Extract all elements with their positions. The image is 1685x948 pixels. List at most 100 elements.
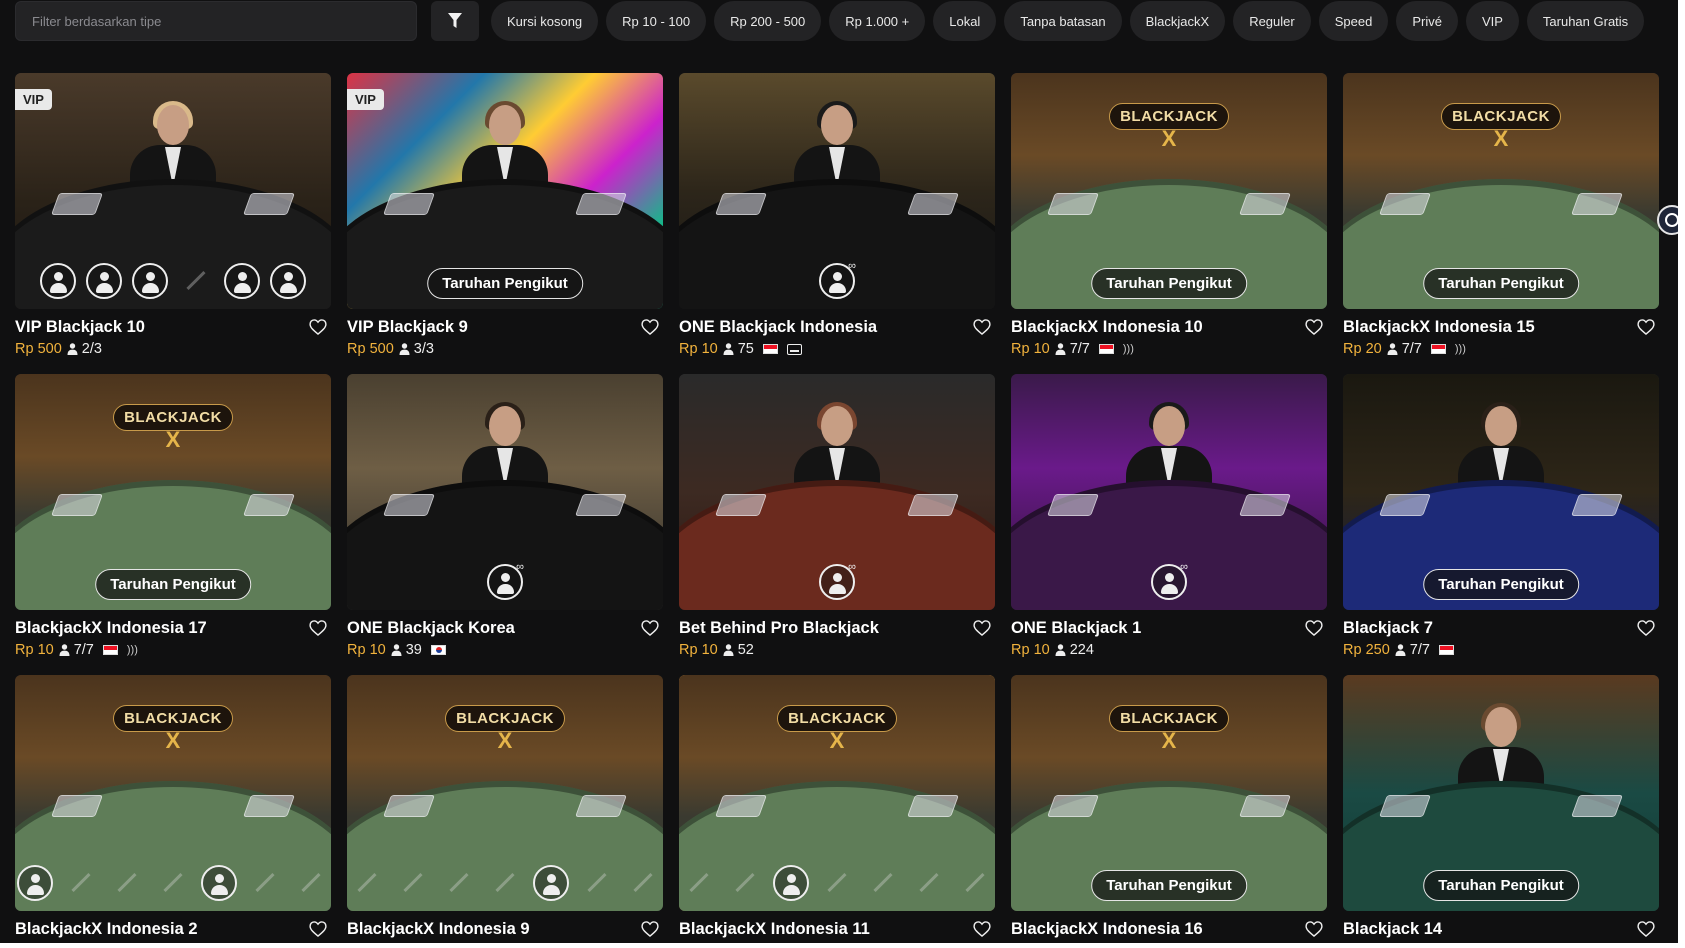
seat-button[interactable] bbox=[17, 865, 53, 901]
game-title[interactable]: VIP Blackjack 9 bbox=[347, 318, 468, 337]
heart-outline-icon[interactable] bbox=[972, 618, 992, 638]
seat-button bbox=[63, 865, 99, 901]
game-title[interactable]: BlackjackX Indonesia 2 bbox=[15, 920, 198, 939]
game-card[interactable]: VIP VIP Blackjack 10 Rp 500 2/3 bbox=[15, 73, 331, 363]
game-thumbnail[interactable]: ∞ bbox=[679, 73, 995, 309]
game-title[interactable]: BlackjackX Indonesia 15 bbox=[1343, 318, 1535, 337]
game-title[interactable]: VIP Blackjack 10 bbox=[15, 318, 145, 337]
game-thumbnail[interactable]: VIP Taruhan Pengikut bbox=[347, 73, 663, 309]
heart-outline-icon[interactable] bbox=[1304, 317, 1324, 337]
game-card[interactable]: ∞ Bet Behind Pro Blackjack Rp 10 52 bbox=[679, 374, 995, 664]
game-card[interactable]: BLACKJACK X BlackjackX Indonesia 11 bbox=[679, 675, 995, 943]
heart-outline-icon[interactable] bbox=[640, 618, 660, 638]
game-thumbnail[interactable]: ∞ bbox=[347, 374, 663, 610]
filter-chip[interactable]: BlackjackX bbox=[1129, 1, 1226, 41]
bet-behind-button[interactable]: Taruhan Pengikut bbox=[1091, 268, 1247, 299]
seat-button[interactable]: ∞ bbox=[819, 561, 856, 600]
side-target-button[interactable] bbox=[1657, 205, 1678, 235]
game-title[interactable]: Bet Behind Pro Blackjack bbox=[679, 619, 879, 638]
bet-behind-button[interactable]: Taruhan Pengikut bbox=[427, 268, 583, 299]
game-title[interactable]: BlackjackX Indonesia 16 bbox=[1011, 920, 1203, 939]
seat-button[interactable] bbox=[86, 263, 122, 299]
bet-behind-button[interactable]: Taruhan Pengikut bbox=[1091, 870, 1247, 901]
game-title[interactable]: BlackjackX Indonesia 17 bbox=[15, 619, 207, 638]
heart-outline-icon[interactable] bbox=[308, 317, 328, 337]
filter-chip[interactable]: VIP bbox=[1465, 1, 1519, 41]
game-card[interactable]: ∞ ONE Blackjack 1 Rp 10 224 bbox=[1011, 374, 1327, 664]
game-title[interactable]: BlackjackX Indonesia 9 bbox=[347, 920, 530, 939]
game-title[interactable]: ONE Blackjack 1 bbox=[1011, 619, 1141, 638]
game-thumbnail[interactable]: Taruhan Pengikut bbox=[1343, 675, 1659, 911]
person-icon bbox=[1387, 343, 1398, 355]
bet-behind-button[interactable]: Taruhan Pengikut bbox=[95, 569, 251, 600]
game-card[interactable]: VIP Taruhan Pengikut VIP Blackjack 9 Rp 500… bbox=[347, 73, 663, 363]
heart-outline-icon[interactable] bbox=[1304, 919, 1324, 939]
game-thumbnail[interactable]: Taruhan Pengikut bbox=[1343, 374, 1659, 610]
game-thumbnail[interactable]: BLACKJACK X bbox=[15, 675, 331, 911]
filter-chip[interactable]: Rp 200 - 500 bbox=[714, 1, 822, 41]
filter-chip[interactable]: Lokal bbox=[933, 1, 997, 41]
seat-button[interactable] bbox=[40, 263, 76, 299]
heart-outline-icon[interactable] bbox=[308, 618, 328, 638]
game-card[interactable]: BLACKJACK X BlackjackX Indonesia 2 bbox=[15, 675, 331, 943]
filter-chip[interactable]: Reguler bbox=[1233, 1, 1311, 41]
seat-button[interactable] bbox=[132, 263, 168, 299]
game-title[interactable]: BlackjackX Indonesia 11 bbox=[679, 920, 870, 939]
filter-chip[interactable]: Privé bbox=[1396, 1, 1458, 41]
heart-outline-icon[interactable] bbox=[640, 919, 660, 939]
game-card[interactable]: Taruhan Pengikut Blackjack 14 bbox=[1343, 675, 1659, 943]
game-thumbnail[interactable]: BLACKJACK X Taruhan Pengikut bbox=[15, 374, 331, 610]
seat-button[interactable] bbox=[773, 865, 809, 901]
bet-behind-button[interactable]: Taruhan Pengikut bbox=[1423, 268, 1579, 299]
seat-button[interactable] bbox=[224, 263, 260, 299]
filter-chip[interactable]: Tanpa batasan bbox=[1004, 1, 1122, 41]
heart-outline-icon[interactable] bbox=[1304, 618, 1324, 638]
type-filter-input[interactable] bbox=[32, 13, 416, 29]
card-meta-row: Rp 10 7/7))) bbox=[15, 640, 138, 660]
game-thumbnail[interactable]: ∞ bbox=[679, 374, 995, 610]
seat-button[interactable] bbox=[201, 865, 237, 901]
game-title[interactable]: Blackjack 14 bbox=[1343, 920, 1442, 939]
game-thumbnail[interactable]: BLACKJACK X Taruhan Pengikut bbox=[1011, 675, 1327, 911]
game-thumbnail[interactable]: BLACKJACK X Taruhan Pengikut bbox=[1011, 73, 1327, 309]
heart-outline-icon[interactable] bbox=[972, 919, 992, 939]
game-card[interactable]: BLACKJACK X BlackjackX Indonesia 9 bbox=[347, 675, 663, 943]
game-card[interactable]: BLACKJACK X Taruhan Pengikut BlackjackX Ind… bbox=[15, 374, 331, 664]
min-stake: Rp 10 bbox=[347, 642, 386, 658]
heart-outline-icon[interactable] bbox=[640, 317, 660, 337]
game-card[interactable]: BLACKJACK X Taruhan Pengikut BlackjackX Ind… bbox=[1011, 675, 1327, 943]
seat-button[interactable] bbox=[270, 263, 306, 299]
game-card[interactable]: ∞ ONE Blackjack Korea Rp 10 39 bbox=[347, 374, 663, 664]
game-card[interactable]: BLACKJACK X Taruhan Pengikut BlackjackX Ind… bbox=[1011, 73, 1327, 363]
seat-button[interactable]: ∞ bbox=[819, 260, 856, 299]
heart-outline-icon[interactable] bbox=[972, 317, 992, 337]
game-title[interactable]: Blackjack 7 bbox=[1343, 619, 1433, 638]
bet-behind-button[interactable]: Taruhan Pengikut bbox=[1423, 569, 1579, 600]
heart-outline-icon[interactable] bbox=[308, 919, 328, 939]
seat-button[interactable] bbox=[533, 865, 569, 901]
game-card[interactable]: BLACKJACK X Taruhan Pengikut BlackjackX Ind… bbox=[1343, 73, 1659, 363]
bet-behind-button[interactable]: Taruhan Pengikut bbox=[1423, 870, 1579, 901]
game-thumbnail[interactable]: BLACKJACK X bbox=[679, 675, 995, 911]
game-title[interactable]: BlackjackX Indonesia 10 bbox=[1011, 318, 1203, 337]
game-card[interactable]: Taruhan Pengikut Blackjack 7 Rp 250 7/7 bbox=[1343, 374, 1659, 664]
filter-button[interactable] bbox=[431, 1, 479, 41]
seat-button[interactable]: ∞ bbox=[1151, 561, 1188, 600]
filter-chip[interactable]: Kursi kosong bbox=[491, 1, 599, 41]
heart-outline-icon[interactable] bbox=[1636, 919, 1656, 939]
game-title[interactable]: ONE Blackjack Korea bbox=[347, 619, 515, 638]
type-filter-search[interactable] bbox=[15, 1, 417, 41]
game-thumbnail[interactable]: BLACKJACK X bbox=[347, 675, 663, 911]
filter-chip[interactable]: Speed bbox=[1318, 1, 1389, 41]
game-thumbnail[interactable]: BLACKJACK X Taruhan Pengikut bbox=[1343, 73, 1659, 309]
heart-outline-icon[interactable] bbox=[1636, 618, 1656, 638]
filter-chip[interactable]: Rp 10 - 100 bbox=[606, 1, 707, 41]
filter-chip[interactable]: Rp 1.000 + bbox=[829, 1, 926, 41]
seat-button[interactable]: ∞ bbox=[487, 561, 524, 600]
game-title[interactable]: ONE Blackjack Indonesia bbox=[679, 318, 877, 337]
game-card[interactable]: ∞ ONE Blackjack Indonesia Rp 10 75 bbox=[679, 73, 995, 363]
heart-outline-icon[interactable] bbox=[1636, 317, 1656, 337]
game-thumbnail[interactable]: VIP bbox=[15, 73, 331, 309]
filter-chip[interactable]: Taruhan Gratis bbox=[1526, 1, 1645, 41]
game-thumbnail[interactable]: ∞ bbox=[1011, 374, 1327, 610]
